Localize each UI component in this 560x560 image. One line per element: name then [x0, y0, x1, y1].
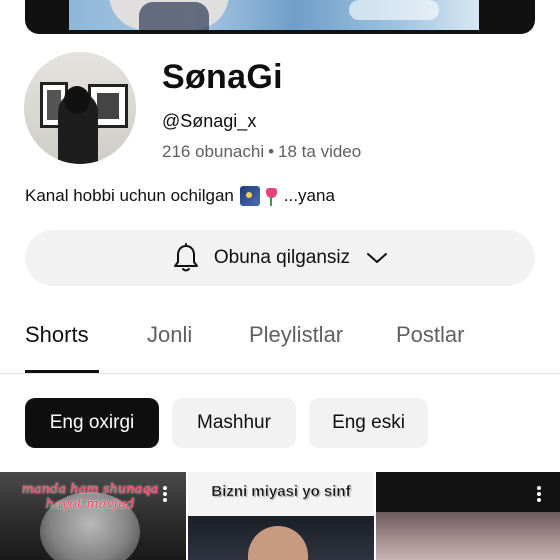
channel-banner[interactable] [25, 0, 535, 34]
tulip-emoji-icon [264, 186, 278, 206]
description-text: Kanal hobbi uchun ochilgan [25, 186, 234, 205]
tab-jonli[interactable]: Jonli [147, 322, 192, 348]
stats-separator: • [268, 142, 275, 161]
chevron-down-icon [367, 253, 388, 263]
shorts-grid: manda ham shunaqa hayot mavjud Bizni miy… [0, 472, 560, 560]
short-caption: Bizni miyasi yo sinf [211, 483, 351, 500]
night-city-emoji-icon [239, 186, 260, 206]
more-options-icon[interactable] [536, 486, 542, 504]
filter-chip-latest[interactable]: Eng oxirgi [25, 398, 159, 448]
subscribed-label: Obuna qilgansiz [213, 247, 351, 268]
tab-shorts[interactable]: Shorts [25, 322, 89, 348]
avatar[interactable] [24, 52, 136, 164]
short-thumbnail[interactable]: manda ham shunaqa hayot mavjud [0, 472, 186, 560]
subscriber-count: 216 obunachi [162, 142, 265, 161]
channel-description[interactable]: Kanal hobbi uchun ochilgan ...yana [25, 186, 335, 206]
channel-handle: @Sønagi_x [162, 111, 257, 131]
more-options-icon[interactable] [162, 486, 168, 504]
subscribed-button[interactable]: Obuna qilgansiz [25, 230, 535, 286]
video-count: 18 ta video [278, 142, 362, 161]
filter-chip-oldest[interactable]: Eng eski [309, 398, 428, 448]
description-more-link[interactable]: ...yana [284, 186, 335, 206]
active-tab-indicator [25, 370, 99, 373]
channel-name: SønaGi [162, 58, 283, 96]
short-thumbnail[interactable] [376, 472, 560, 560]
tab-postlar[interactable]: Postlar [396, 322, 464, 348]
short-caption: manda ham shunaqa hayot mavjud [21, 482, 159, 512]
channel-stats: 216 obunachi • 18 ta video [162, 142, 361, 162]
banner-image [69, 0, 479, 30]
filter-chip-popular[interactable]: Mashhur [172, 398, 296, 448]
short-thumbnail[interactable]: Bizni miyasi yo sinf [188, 472, 374, 560]
tab-pleylistlar[interactable]: Pleylistlar [249, 322, 343, 348]
bell-icon [173, 243, 198, 272]
channel-tabs: Shorts Jonli Pleylistlar Postlar [0, 318, 560, 374]
